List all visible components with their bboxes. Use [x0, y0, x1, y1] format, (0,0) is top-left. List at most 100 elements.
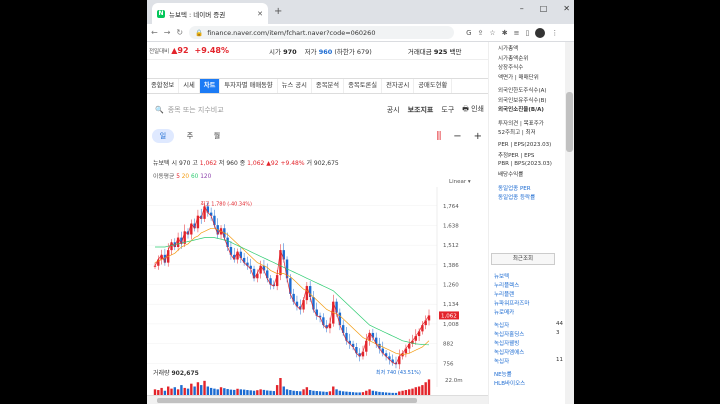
volume-bar-11 [190, 383, 193, 395]
browser-tab[interactable]: N 뉴보텍 : 네이버 증권 ✕ [152, 3, 268, 24]
volume-bar-21 [223, 388, 226, 395]
period-month-button[interactable]: 월 [206, 129, 228, 143]
info-line-17: 동일업종 PER [498, 185, 531, 192]
recent-item-1[interactable]: 누리플렉스 [494, 281, 519, 289]
horizontal-scrollbar[interactable] [147, 395, 488, 404]
new-tab-icon[interactable]: + [274, 6, 282, 17]
volume-axis-label: 22.0m [445, 378, 463, 384]
volume-bar-14 [200, 385, 203, 395]
recent-view-header[interactable]: 최근조회 [491, 253, 555, 265]
stock-tab-7[interactable]: 전자공시 [382, 79, 415, 93]
stock-tab-5[interactable]: 종목분석 [312, 79, 345, 93]
close-window-icon[interactable]: ✕ [563, 4, 570, 13]
recent-item-9[interactable]: 녹십자엠에스 [494, 348, 524, 356]
recent-item-3[interactable]: 뉴파워프라즈마 [494, 299, 529, 307]
period-week-button[interactable]: 주 [179, 129, 201, 143]
info-line-10: 52주최고 | 최저 [498, 130, 536, 136]
recent-item-10[interactable]: 녹십자 [494, 357, 509, 365]
stock-tab-1[interactable]: 시세 [179, 79, 200, 93]
volume-bar-9 [183, 387, 186, 395]
y-tick-1: 1,638 [443, 223, 459, 229]
recent-item-7[interactable]: 녹십자홀딩스 [494, 330, 524, 338]
forward-icon[interactable]: → [164, 28, 171, 37]
indicator-button[interactable]: 보조지표 [408, 105, 434, 115]
info-line-7: 외국인소진율(B/A) [498, 107, 544, 113]
profile-avatar[interactable] [535, 27, 546, 38]
change-label: 전일대비 [149, 48, 170, 55]
vertical-scrollbar[interactable] [565, 42, 574, 404]
stock-tab-3[interactable]: 투자자별 매매동향 [220, 79, 278, 93]
volume-bar-13 [196, 382, 200, 395]
ohlc-info: 뉴보텍 시 970 고 1,062 저 960 종 1,062 ▲92 +9.4… [153, 160, 339, 167]
zoom-out-icon[interactable]: − [453, 131, 461, 142]
url-text: finance.naver.com/item/fchart.naver?code… [207, 28, 376, 37]
reload-icon[interactable]: ↻ [176, 28, 183, 37]
volume-bar-81 [421, 385, 424, 395]
stock-tab-6[interactable]: 종목토론실 [344, 79, 383, 93]
change-value: ▲92 [171, 46, 189, 55]
extensions-area: G ⇪ ☆ ✱ ≡ ▯ ⋮ [466, 27, 558, 38]
period-day-button[interactable]: 일 [152, 129, 174, 143]
sidebar-icon[interactable]: ▯ [525, 29, 529, 37]
min-price-annotation: 최저 740 (43.51%) [376, 369, 421, 376]
stock-tab-0[interactable]: 종합정보 [147, 79, 180, 93]
maximize-icon[interactable]: □ [540, 4, 548, 13]
share-icon[interactable]: ⇪ [478, 29, 484, 37]
google-icon[interactable]: G [466, 29, 471, 37]
window-controls: – □ ✕ [520, 4, 570, 13]
horizontal-scroll-thumb[interactable] [157, 398, 417, 403]
info-line-12: PER | EPS(2023.03) [498, 141, 552, 148]
close-tab-icon[interactable]: ✕ [257, 10, 263, 18]
recent-item-4[interactable]: 뉴로메카 [494, 308, 514, 316]
volume-bar-12 [193, 386, 196, 395]
minimize-icon[interactable]: – [520, 4, 524, 13]
extension-icon[interactable]: ✱ [502, 29, 508, 37]
candle-body-64 [365, 340, 368, 352]
vertical-scroll-thumb[interactable] [566, 92, 573, 152]
main-content: 전일대비 ▲92 +9.48% 시가 970 저가 960 (하한가 679) … [147, 42, 488, 404]
compare-search-placeholder: 종목 또는 지수비교 [167, 106, 224, 114]
menu-list-icon[interactable]: ≡ [514, 29, 520, 37]
stock-tabs: 종합정보 시세 차트 투자자별 매매동향 뉴스 공시 종목분석 종목토론실 전자공시 공매도현황 [147, 78, 488, 94]
compare-search-input[interactable]: 🔍 종목 또는 지수비교 [155, 105, 224, 115]
more-menu-icon[interactable]: ⋮ [551, 29, 558, 37]
scale-mode-selector[interactable]: Linear ▾ [449, 179, 471, 185]
tools-button[interactable]: 도구 [441, 105, 454, 115]
browser-window: N 뉴보텍 : 네이버 증권 ✕ + – □ ✕ ← → ↻ 🔒 finance… [147, 0, 574, 404]
ma5-line [154, 205, 430, 365]
recent-item-12[interactable]: NE능률 [494, 370, 512, 378]
volume-bar-4 [167, 386, 170, 395]
volume-bar-37 [275, 385, 279, 395]
volume-bar-17 [209, 387, 213, 395]
recent-item-13[interactable]: HLB바이오스 [494, 379, 525, 387]
notice-button[interactable]: 공시 [387, 105, 400, 115]
print-button[interactable]: 🖶 인쇄 [462, 104, 484, 116]
candle-body-0 [153, 265, 157, 267]
naver-favicon-icon: N [157, 9, 165, 18]
recent-item-2[interactable]: 누리플랜 [494, 290, 514, 298]
recent-item-0[interactable]: 뉴보텍 [494, 272, 509, 280]
y-tick-3: 1,386 [443, 263, 459, 269]
stock-tab-2[interactable]: 차트 [199, 79, 221, 93]
recent-item-6[interactable]: 녹십자 [494, 321, 509, 329]
current-price-label: 1,062 [441, 313, 457, 319]
y-tick-0: 1,764 [443, 204, 459, 210]
recent-item-8[interactable]: 녹십자웰빙 [494, 339, 519, 347]
bookmark-star-icon[interactable]: ☆ [489, 29, 495, 37]
stock-tab-8[interactable]: 공매도현황 [414, 79, 453, 93]
recent-item-num-10: 11 [556, 357, 563, 363]
back-icon[interactable]: ← [151, 28, 158, 37]
volume-bar-80 [417, 386, 421, 395]
candle-type-icon[interactable]: ⫼ [437, 131, 442, 142]
price-chart[interactable]: 1,764 1,638 1,512 1,386 1,260 1,134 1,008 882 75… [147, 187, 488, 397]
ma60-line [155, 237, 430, 346]
lock-icon: 🔒 [195, 28, 204, 37]
zoom-in-icon[interactable]: + [474, 131, 482, 142]
moving-average-legend: 이동평균 5 20 60 120 [153, 174, 212, 180]
compare-search-row: 🔍 종목 또는 지수비교 공시 보조지표 도구 🖶 인쇄 [147, 101, 488, 119]
stock-tab-4[interactable]: 뉴스 공시 [278, 79, 312, 93]
search-icon: 🔍 [155, 106, 164, 114]
url-field[interactable]: 🔒 finance.naver.com/item/fchart.naver?co… [189, 26, 455, 39]
info-line-18: 동일업종 등락률 [498, 195, 536, 201]
info-line-0: 시가총액 [498, 46, 519, 52]
